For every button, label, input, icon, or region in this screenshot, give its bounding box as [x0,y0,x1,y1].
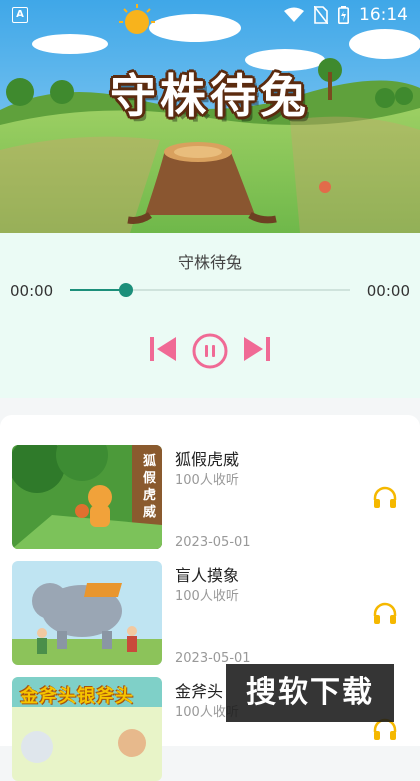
track-title: 守株待兔 [177,253,242,272]
wifi-icon [284,7,304,22]
duration-time: 00:00 [366,282,410,300]
battery-icon [338,6,349,24]
cover-artwork: 守株待兔 [0,0,420,233]
listen-count: 100人收听 [175,473,239,488]
no-sim-icon [314,6,328,24]
status-bar: A 16:14 [0,0,420,30]
elapsed-time: 00:00 [10,282,54,300]
thumbnail-caption: 金斧头银斧头 [20,686,134,707]
list-item[interactable]: 狐假虎威 狐假虎威 100人收听 2023-05-01 [0,415,420,550]
headphone-icon[interactable] [372,601,398,627]
thumbnail-caption: 狐假虎威 [143,454,157,520]
progress-knob[interactable] [119,283,133,297]
app-notification-icon: A [12,7,28,23]
listen-count: 100人收听 [175,589,239,604]
progress-fill [70,289,126,291]
next-button[interactable] [242,333,272,365]
headphone-icon[interactable] [372,485,398,511]
clock: 16:14 [359,5,408,25]
previous-button[interactable] [148,333,178,365]
cover-title: 守株待兔 [110,69,310,123]
watermark: 搜软下载 [226,664,394,722]
story-thumbnail: 金斧头银斧头 [12,677,162,781]
story-name: 狐假虎威 [175,450,240,469]
story-name: 金斧头 [175,682,224,701]
progress-bar[interactable] [70,283,350,297]
story-name: 盲人摸象 [175,566,240,585]
audio-player: 守株待兔 00:00 00:00 [0,233,420,398]
play-pause-button[interactable] [192,333,228,369]
list-item[interactable]: 盲人摸象 100人收听 2023-05-01 [0,531,420,666]
